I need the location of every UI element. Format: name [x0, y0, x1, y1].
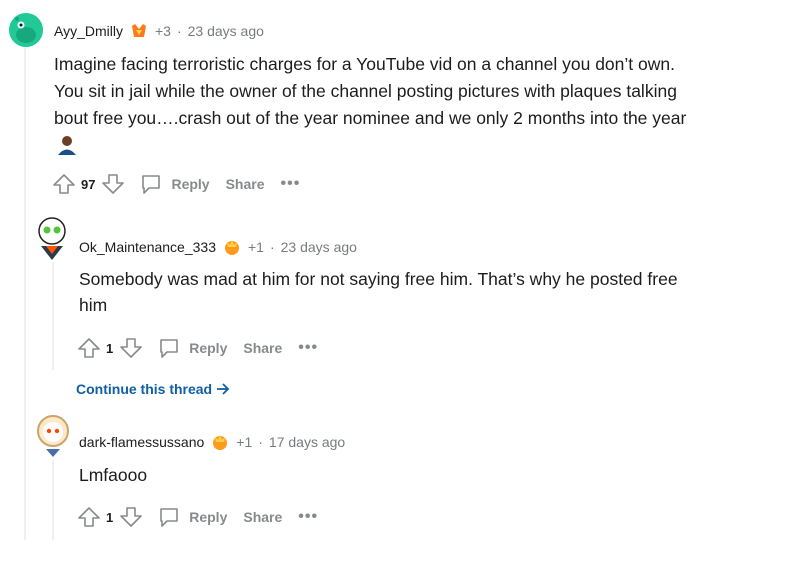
snoo-avatar-icon [9, 13, 43, 47]
reply-button[interactable]: Reply [157, 336, 227, 360]
comment-line: Lmfaooo [79, 465, 148, 485]
timestamp[interactable]: 17 days ago [269, 434, 345, 450]
more-options-button[interactable]: ••• [281, 175, 301, 193]
comment-body: Lmfaooo [79, 462, 769, 489]
reply-label: Reply [189, 340, 228, 356]
award-flair-icon [131, 24, 146, 37]
continue-thread-label: Continue this thread [76, 381, 213, 397]
avatar[interactable] [34, 411, 72, 459]
vote-count: 97 [81, 176, 96, 192]
chat-bubble-icon [160, 339, 179, 358]
award-flair-icon [225, 240, 239, 255]
username[interactable]: Ayy_Dmilly [54, 23, 123, 39]
share-label: Share [225, 176, 265, 192]
score-delta: +1 [236, 434, 253, 450]
comment-body: Imagine facing terroristic charges for a… [54, 51, 774, 158]
comment-line: You sit in jail while the owner of the c… [54, 81, 677, 101]
timestamp[interactable]: 23 days ago [281, 239, 357, 255]
vote-count: 1 [106, 340, 114, 356]
username[interactable]: dark-flamessussano [79, 434, 204, 450]
upvote-icon[interactable] [77, 336, 101, 360]
reply-label: Reply [189, 509, 228, 525]
thread-line[interactable] [52, 460, 54, 540]
snoo-avatar-icon [38, 217, 66, 260]
reply-button[interactable]: Reply [139, 172, 210, 196]
chat-bubble-icon [160, 508, 179, 527]
share-label: Share [243, 340, 283, 356]
comment-line: bout free you….crash out of the year nom… [54, 108, 687, 128]
award-flair-icon [213, 435, 228, 450]
share-label: Share [243, 509, 283, 525]
snoo-avatar-icon [37, 415, 69, 457]
comment-line: Imagine facing terroristic charges for a… [54, 54, 675, 74]
person-emoji-icon [58, 136, 76, 155]
downvote-icon[interactable] [119, 336, 143, 360]
avatar[interactable] [9, 13, 43, 47]
more-options-button[interactable]: ••• [298, 339, 318, 357]
downvote-icon[interactable] [101, 172, 125, 196]
separator: · [258, 434, 263, 450]
upvote-icon[interactable] [77, 505, 101, 529]
upvote-icon[interactable] [52, 172, 76, 196]
vote-count: 1 [106, 509, 114, 525]
continue-thread-link[interactable]: Continue this thread [76, 381, 230, 397]
username[interactable]: Ok_Maintenance_333 [79, 239, 216, 255]
separator: · [176, 23, 182, 39]
thread-line[interactable] [52, 262, 54, 370]
comment-body: Somebody was mad at him for not saying f… [79, 266, 769, 318]
score-delta: +3 [154, 23, 171, 39]
share-button[interactable]: Share [243, 509, 282, 525]
thread-line[interactable] [24, 48, 26, 540]
avatar[interactable] [35, 216, 69, 262]
reply-button[interactable]: Reply [157, 505, 227, 529]
separator: · [269, 239, 275, 255]
timestamp[interactable]: 23 days ago [188, 23, 264, 39]
score-delta: +1 [248, 239, 264, 255]
arrow-right-icon [217, 383, 230, 395]
share-button[interactable]: Share [226, 176, 265, 192]
chat-bubble-icon [142, 175, 161, 194]
downvote-icon[interactable] [119, 505, 143, 529]
reply-label: Reply [171, 176, 210, 192]
comment-line: Somebody was mad at him for not saying f… [79, 269, 678, 289]
share-button[interactable]: Share [243, 340, 282, 356]
more-options-button[interactable]: ••• [298, 508, 318, 526]
comment-line: him [79, 295, 108, 315]
